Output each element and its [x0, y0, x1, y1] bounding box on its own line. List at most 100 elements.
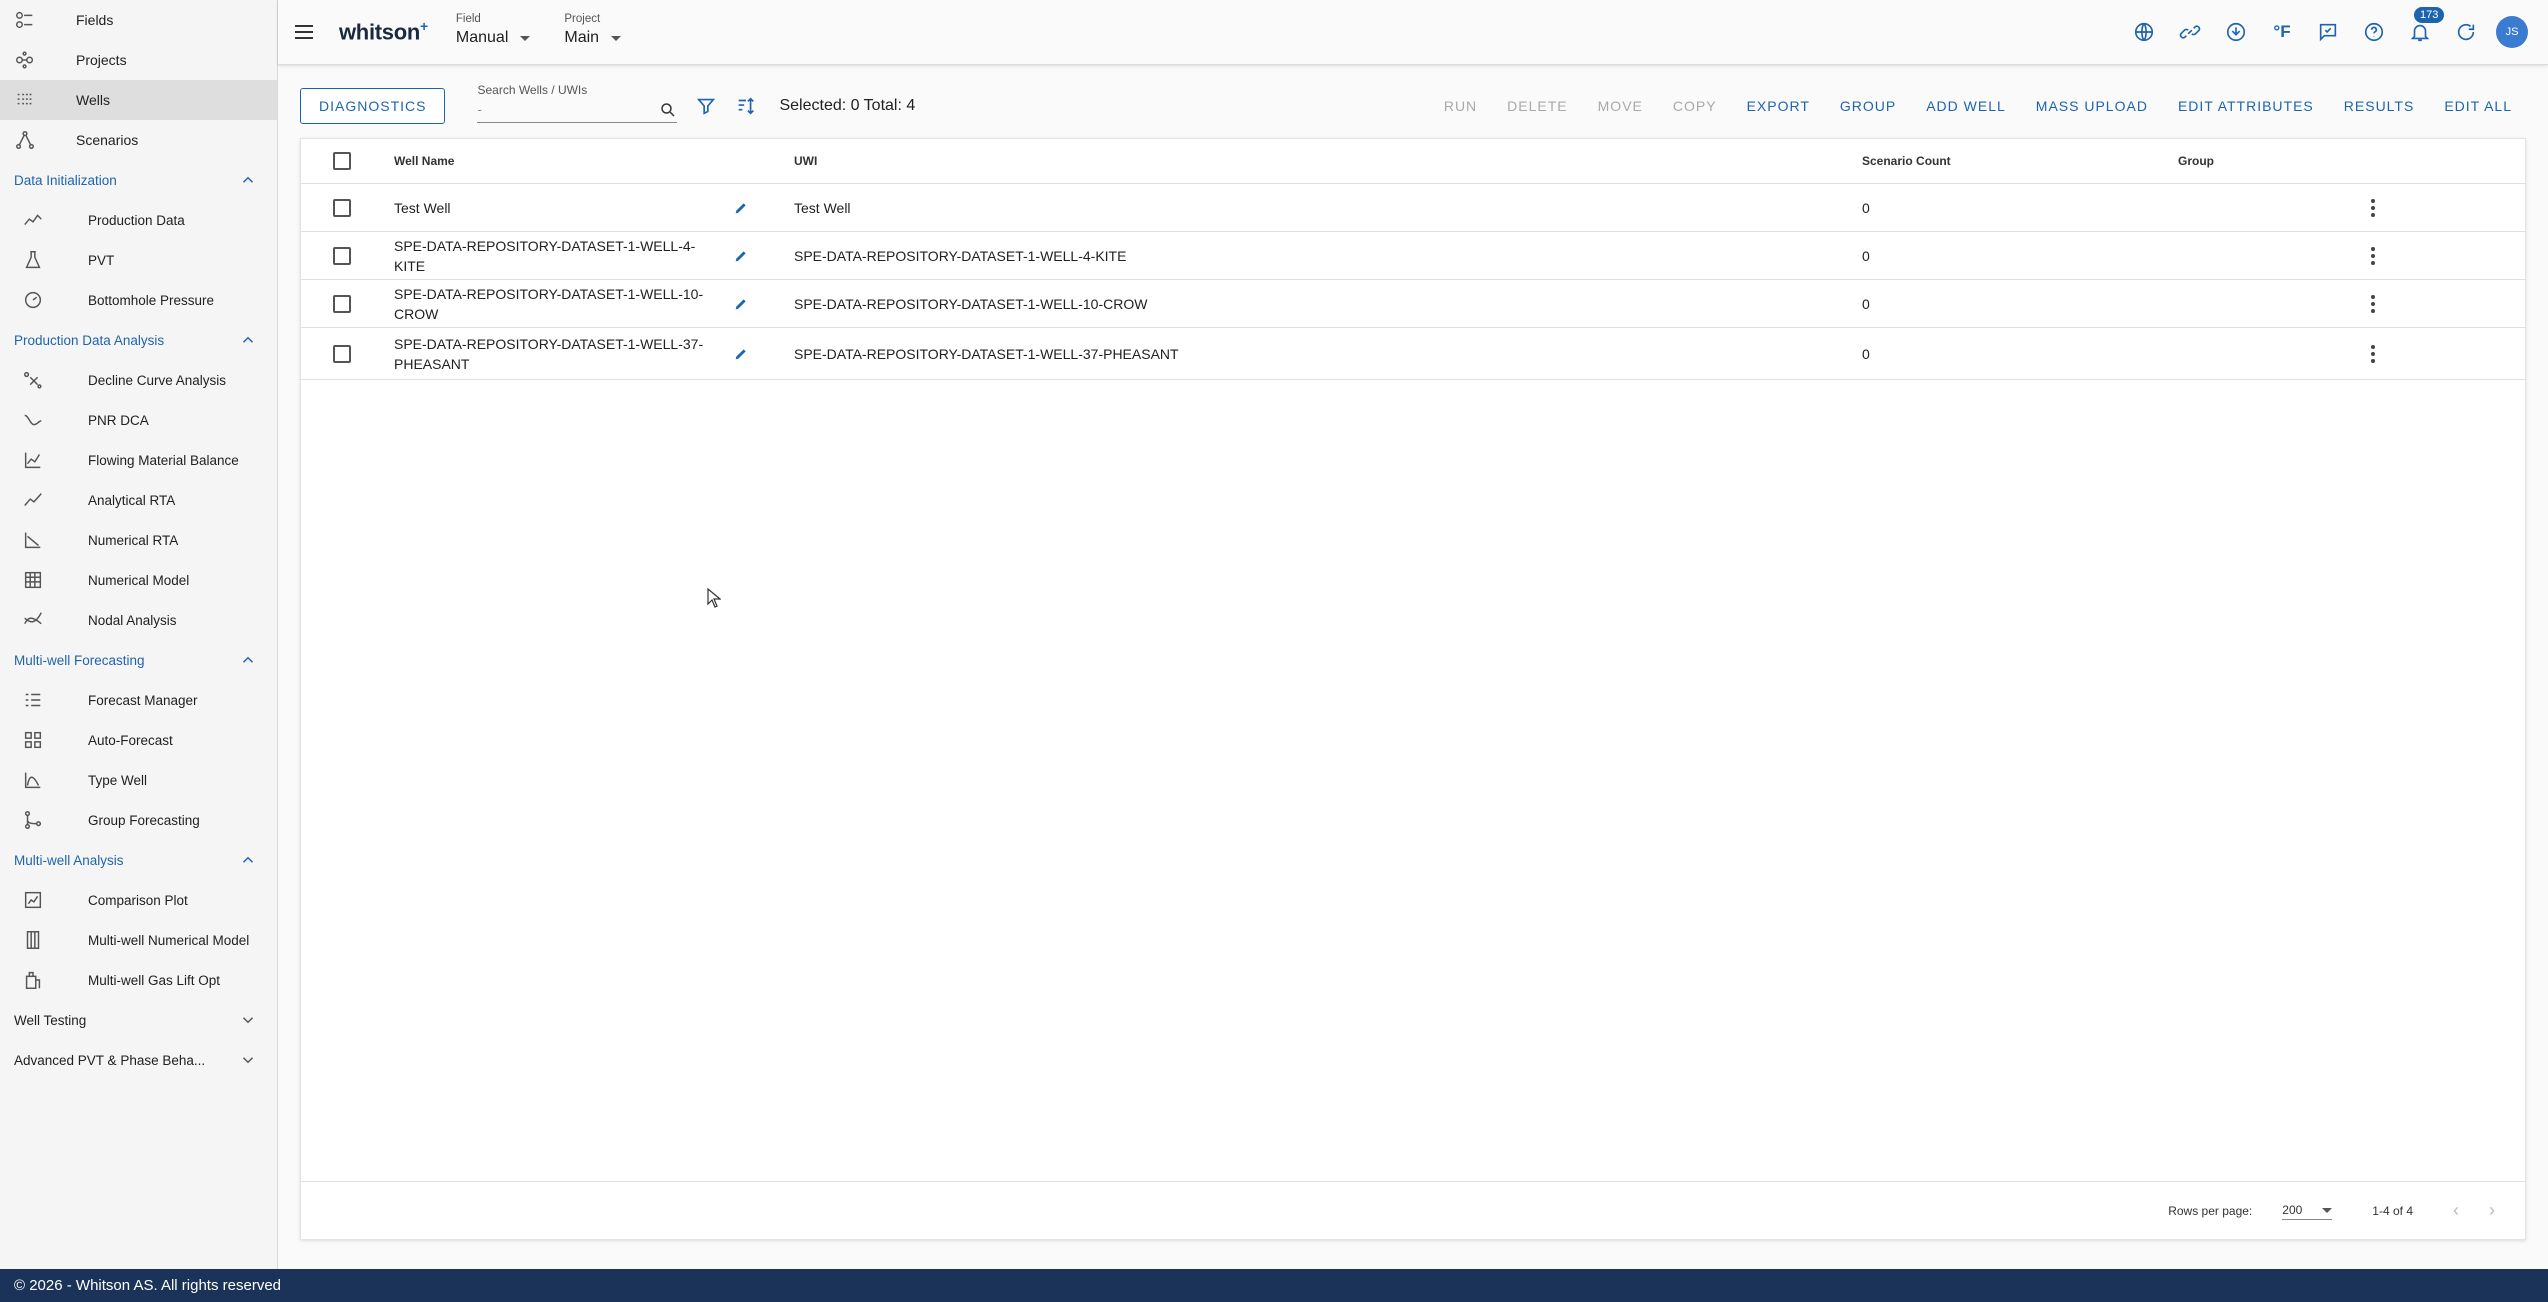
select-all-checkbox[interactable]	[333, 152, 351, 170]
column-header-well-name[interactable]: Well Name	[394, 139, 714, 183]
add-well-button[interactable]: ADD WELL	[1912, 88, 2020, 124]
more-options-icon[interactable]	[2363, 280, 2383, 327]
edit-icon[interactable]	[733, 232, 749, 279]
well-name-cell: SPE-DATA-REPOSITORY-DATASET-1-WELL-4-KIT…	[394, 237, 696, 274]
project-label: Project	[564, 13, 601, 25]
column-header-group[interactable]: Group	[2178, 139, 2214, 183]
rows-per-page-select[interactable]: 200	[2282, 1201, 2333, 1220]
sidebar-section-multi-well-analysis[interactable]: Multi-well Analysis	[0, 840, 277, 880]
more-options-icon[interactable]	[2363, 328, 2383, 379]
column-header-scenario-count[interactable]: Scenario Count	[1862, 139, 1951, 183]
sidebar-item-wells[interactable]: Wells	[0, 80, 277, 120]
scenario-count-cell: 0	[1862, 247, 1870, 264]
table-row[interactable]: SPE-DATA-REPOSITORY-DATASET-1-WELL-37-PH…	[301, 328, 2525, 380]
sidebar-item-auto-forecast[interactable]: Auto-Forecast	[0, 720, 277, 760]
sidebar-item-bottomhole-pressure[interactable]: Bottomhole Pressure	[0, 280, 277, 320]
export-button[interactable]: EXPORT	[1733, 88, 1824, 124]
mass-upload-button[interactable]: MASS UPLOAD	[2022, 88, 2162, 124]
next-page-icon[interactable]: ›	[2489, 1200, 2495, 1221]
sort-icon[interactable]	[731, 91, 761, 121]
previous-page-icon[interactable]: ‹	[2453, 1200, 2459, 1221]
sidebar-item-group-forecasting[interactable]: Group Forecasting	[0, 800, 277, 840]
sidebar-section-multi-well-forecasting[interactable]: Multi-well Forecasting	[0, 640, 277, 680]
sidebar-item-type-well[interactable]: Type Well	[0, 760, 277, 800]
sidebar-item-multi-well-gas-lift-opt[interactable]: Multi-well Gas Lift Opt	[0, 960, 277, 1000]
sidebar-item-pvt[interactable]: PVT	[0, 240, 277, 280]
sidebar-item-fields[interactable]: Fields	[0, 0, 277, 40]
refresh-icon[interactable]	[2450, 16, 2482, 48]
table-row[interactable]: SPE-DATA-REPOSITORY-DATASET-1-WELL-10-CR…	[301, 280, 2525, 328]
run-button[interactable]: RUN	[1430, 88, 1491, 124]
sidebar-item-production-data[interactable]: Production Data	[0, 200, 277, 240]
flowing-material-balance-icon	[22, 449, 44, 471]
edit-icon[interactable]	[733, 184, 749, 231]
filter-icon[interactable]	[691, 91, 721, 121]
sidebar-section-well-testing[interactable]: Well Testing	[0, 1000, 277, 1040]
sidebar-item-pnr-dca[interactable]: PNR DCA	[0, 400, 277, 440]
sidebar-section-title: Data Initialization	[14, 172, 117, 188]
link-icon[interactable]	[2174, 16, 2206, 48]
scenario-count-cell: 0	[1862, 295, 1870, 312]
delete-button[interactable]: DELETE	[1493, 88, 1581, 124]
sidebar-item-numerical-model[interactable]: Numerical Model	[0, 560, 277, 600]
chevron-down-icon	[242, 1017, 254, 1024]
sidebar-item-nodal-analysis[interactable]: Nodal Analysis	[0, 600, 277, 640]
scenarios-icon	[14, 129, 36, 151]
avatar[interactable]: JS	[2496, 16, 2528, 48]
search-icon[interactable]	[659, 101, 677, 119]
diagnostics-button[interactable]: DIAGNOSTICS	[300, 88, 446, 124]
row-checkbox[interactable]	[333, 198, 351, 217]
sidebar-item-scenarios[interactable]: Scenarios	[0, 120, 277, 160]
edit-icon[interactable]	[733, 328, 749, 379]
sidebar-item-multi-well-numerical-model[interactable]: Multi-well Numerical Model	[0, 920, 277, 960]
edit-icon[interactable]	[733, 280, 749, 327]
sidebar-section-data-initialization[interactable]: Data Initialization	[0, 160, 277, 200]
field-label: Field	[455, 13, 481, 25]
sidebar-section-production-data-analysis[interactable]: Production Data Analysis	[0, 320, 277, 360]
menu-icon[interactable]	[295, 20, 319, 44]
temperature-unit-icon[interactable]: °F	[2266, 16, 2298, 48]
sidebar-item-label: Analytical RTA	[88, 492, 176, 508]
sidebar-item-decline-curve-analysis[interactable]: Decline Curve Analysis	[0, 360, 277, 400]
table-row[interactable]: Test Well Test Well 0	[301, 184, 2525, 232]
group-button[interactable]: GROUP	[1826, 88, 1910, 124]
help-icon[interactable]	[2358, 16, 2390, 48]
search-input[interactable]	[477, 102, 660, 117]
edit-attributes-button[interactable]: EDIT ATTRIBUTES	[2164, 88, 2328, 124]
globe-icon[interactable]	[2128, 16, 2160, 48]
more-options-icon[interactable]	[2363, 184, 2383, 231]
move-button[interactable]: MOVE	[1584, 88, 1657, 124]
download-icon[interactable]	[2220, 16, 2252, 48]
notifications-icon[interactable]: 173	[2404, 7, 2445, 48]
row-checkbox[interactable]	[333, 344, 351, 363]
project-selector[interactable]: Project Main	[564, 13, 622, 47]
type-well-icon	[22, 769, 44, 791]
edit-all-button[interactable]: EDIT ALL	[2430, 88, 2526, 124]
sidebar-item-flowing-material-balance[interactable]: Flowing Material Balance	[0, 440, 277, 480]
sidebar-item-numerical-rta[interactable]: Numerical RTA	[0, 520, 277, 560]
sidebar-item-label: Forecast Manager	[88, 692, 198, 708]
numerical-rta-icon	[22, 529, 44, 551]
wells-toolbar: DIAGNOSTICS Search Wells / UWIs Selected…	[300, 83, 2526, 128]
sidebar-item-comparison-plot[interactable]: Comparison Plot	[0, 880, 277, 920]
copyright-text: © 2026 - Whitson AS. All rights reserved	[14, 1277, 282, 1294]
table-row[interactable]: SPE-DATA-REPOSITORY-DATASET-1-WELL-4-KIT…	[301, 232, 2525, 280]
field-selector[interactable]: Field Manual	[455, 13, 531, 47]
chevron-down-icon	[611, 35, 622, 41]
row-checkbox[interactable]	[333, 246, 351, 265]
sidebar-section-advanced-pvt-phase-beha[interactable]: Advanced PVT & Phase Beha...	[0, 1040, 277, 1080]
sidebar-section-title: Production Data Analysis	[14, 332, 165, 348]
group-forecasting-icon	[22, 809, 44, 831]
sidebar-item-label: Nodal Analysis	[88, 612, 177, 628]
more-options-icon[interactable]	[2363, 232, 2383, 279]
copy-button[interactable]: COPY	[1659, 88, 1731, 124]
sidebar-item-projects[interactable]: Projects	[0, 40, 277, 80]
production-data-icon	[22, 209, 44, 231]
sidebar-item-forecast-manager[interactable]: Forecast Manager	[0, 680, 277, 720]
column-header-uwi[interactable]: UWI	[794, 139, 817, 183]
sidebar-item-label: Flowing Material Balance	[88, 452, 239, 468]
feedback-icon[interactable]	[2312, 16, 2344, 48]
results-button[interactable]: RESULTS	[2330, 88, 2429, 124]
row-checkbox[interactable]	[333, 294, 351, 313]
sidebar-item-analytical-rta[interactable]: Analytical RTA	[0, 480, 277, 520]
